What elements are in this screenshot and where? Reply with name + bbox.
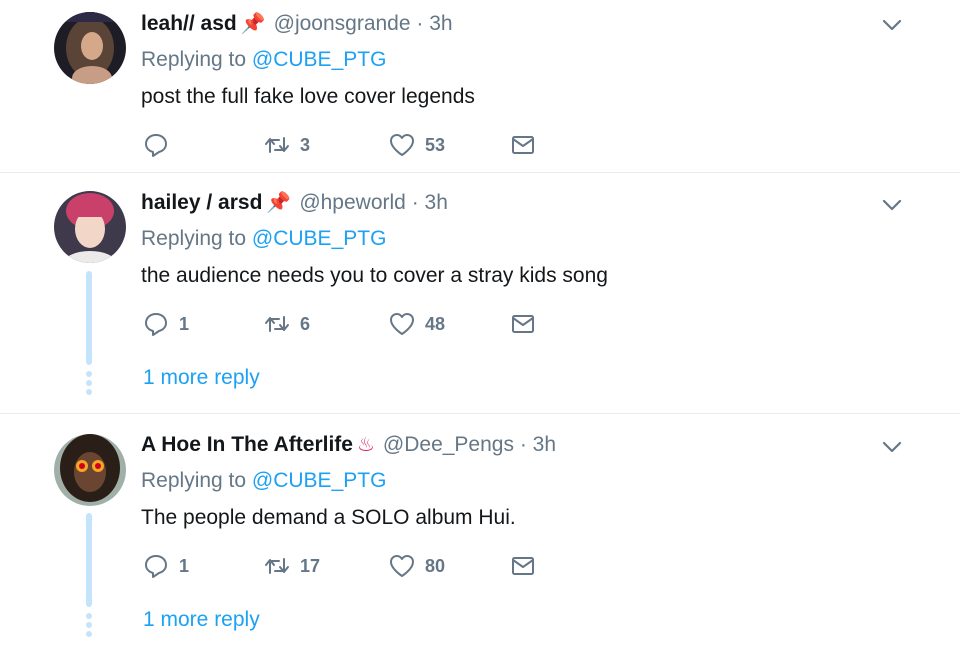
- user-handle[interactable]: @joonsgrande: [274, 12, 411, 35]
- more-replies-link[interactable]: 1 more reply: [143, 366, 260, 390]
- separator: ·: [411, 191, 419, 214]
- reply-count: 1: [179, 313, 190, 334]
- separator: ·: [416, 12, 424, 35]
- replying-prefix: Replying to: [141, 227, 247, 250]
- avatar[interactable]: [54, 12, 126, 84]
- tweet-text: the audience needs you to cover a stray …: [141, 264, 608, 287]
- pin-icon: 📌: [266, 190, 292, 214]
- display-name[interactable]: leah// asd: [141, 12, 237, 35]
- replying-to: Replying to @CUBE_PTG: [141, 226, 386, 252]
- user-handle[interactable]: @hpeworld: [299, 191, 406, 214]
- retweet-icon: [265, 558, 289, 574]
- reply-button[interactable]: 1: [143, 309, 189, 339]
- dm-button[interactable]: [510, 130, 536, 160]
- reply-icon: [145, 555, 167, 578]
- retweet-button[interactable]: 17: [264, 551, 320, 581]
- retweet-count: 6: [300, 313, 311, 334]
- display-name[interactable]: A Hoe In The Afterlife: [141, 433, 353, 456]
- replying-to: Replying to @CUBE_PTG: [141, 47, 386, 73]
- mention-link[interactable]: @CUBE_PTG: [252, 227, 387, 250]
- like-icon: [390, 134, 414, 156]
- like-button[interactable]: 53: [389, 130, 445, 160]
- retweet-icon: [265, 316, 289, 332]
- user-handle[interactable]: @Dee_Pengs: [383, 433, 514, 456]
- tweet-text: The people demand a SOLO album Hui.: [141, 506, 516, 529]
- avatar[interactable]: [54, 191, 126, 263]
- mention-link[interactable]: @CUBE_PTG: [252, 469, 387, 492]
- reply-icon: [145, 313, 167, 336]
- retweet-button[interactable]: 6: [264, 309, 310, 339]
- dm-button[interactable]: [510, 309, 536, 339]
- like-count: 48: [425, 313, 446, 334]
- reply-count: 1: [179, 555, 190, 576]
- thread-line: [86, 513, 92, 607]
- tweet-2[interactable]: hailey / arsd 📌 @hpeworld · 3h Replying to…: [0, 173, 960, 413]
- retweet-icon: [265, 137, 289, 153]
- reply-button[interactable]: [143, 130, 179, 160]
- timestamp[interactable]: 3h: [425, 191, 448, 214]
- like-count: 53: [425, 134, 446, 155]
- like-icon: [390, 555, 414, 577]
- dm-button[interactable]: [510, 551, 536, 581]
- retweet-button[interactable]: 3: [264, 130, 310, 160]
- display-name[interactable]: hailey / arsd: [141, 191, 262, 214]
- mention-link[interactable]: @CUBE_PTG: [252, 48, 387, 71]
- timestamp[interactable]: 3h: [533, 433, 556, 456]
- dm-icon: [512, 136, 534, 154]
- chevron-down-icon[interactable]: [880, 193, 904, 217]
- tweet-text: post the full fake love cover legends: [141, 85, 475, 108]
- replying-to: Replying to @CUBE_PTG: [141, 468, 386, 494]
- thread-dots: [86, 371, 92, 398]
- replying-prefix: Replying to: [141, 48, 247, 71]
- dm-icon: [512, 557, 534, 575]
- reply-button[interactable]: 1: [143, 551, 189, 581]
- like-button[interactable]: 48: [389, 309, 445, 339]
- replying-prefix: Replying to: [141, 469, 247, 492]
- tweet-header: leah// asd 📌 @joonsgrande · 3h: [141, 10, 453, 37]
- retweet-count: 3: [300, 134, 311, 155]
- dm-icon: [512, 315, 534, 333]
- timestamp[interactable]: 3h: [429, 12, 452, 35]
- pin-icon: 📌: [240, 11, 266, 35]
- like-button[interactable]: 80: [389, 551, 445, 581]
- hot-springs-icon: ♨: [356, 432, 375, 456]
- separator: ·: [519, 433, 527, 456]
- thread-dots: [86, 613, 92, 640]
- more-replies-link[interactable]: 1 more reply: [143, 608, 260, 632]
- tweet-3[interactable]: A Hoe In The Afterlife ♨ @Dee_Pengs · 3h R…: [0, 414, 960, 653]
- tweet-header: A Hoe In The Afterlife ♨ @Dee_Pengs · 3h: [141, 431, 556, 458]
- chevron-down-icon[interactable]: [880, 435, 904, 459]
- reply-icon: [145, 134, 167, 157]
- thread-line: [86, 271, 92, 365]
- like-count: 80: [425, 555, 446, 576]
- retweet-count: 17: [300, 555, 321, 576]
- chevron-down-icon[interactable]: [880, 13, 904, 37]
- tweet-1[interactable]: leah// asd 📌 @joonsgrande · 3h Replying to…: [0, 0, 960, 172]
- avatar[interactable]: [54, 434, 126, 506]
- tweet-header: hailey / arsd 📌 @hpeworld · 3h: [141, 189, 448, 216]
- like-icon: [390, 313, 414, 335]
